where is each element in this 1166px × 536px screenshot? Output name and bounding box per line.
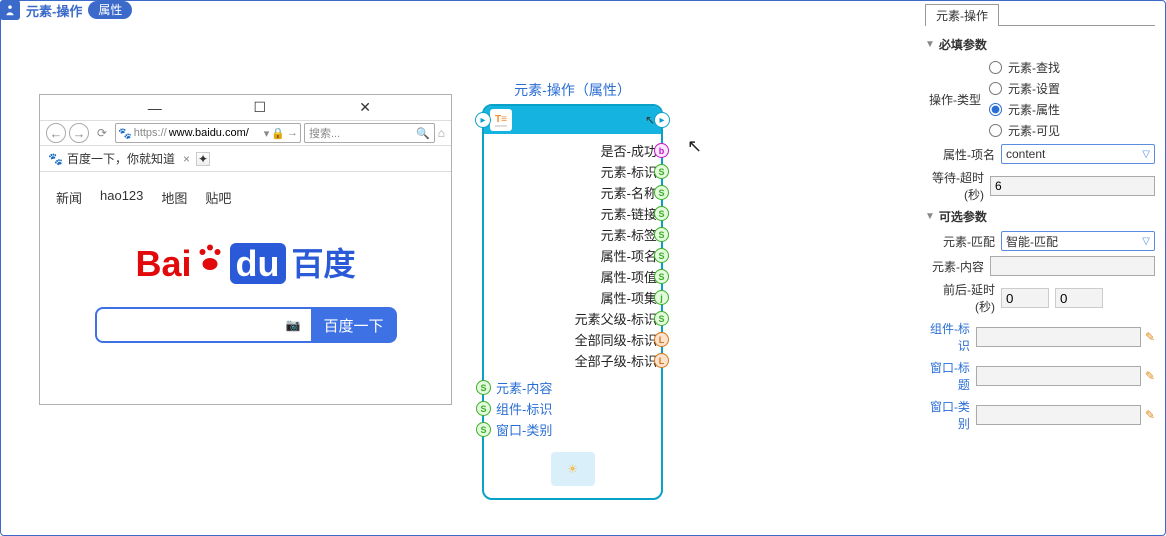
nav-link[interactable]: 贴吧 (205, 188, 231, 207)
window-maximize-icon[interactable]: ☐ (248, 99, 336, 116)
edit-icon[interactable]: ✎ (1145, 408, 1155, 422)
url-bar[interactable]: 🐾 https://www.baidu.com/ ▾ 🔒 → (115, 123, 301, 143)
window-title-label[interactable]: 窗口-标题 (925, 359, 970, 393)
output-pin-row[interactable]: 元素-标识S (484, 161, 661, 182)
window-minimize-icon[interactable]: — (142, 100, 230, 116)
component-id-label[interactable]: 组件-标识 (925, 320, 970, 354)
output-pin-row[interactable]: 属性-项名S (484, 245, 661, 266)
pin-icon[interactable]: S (654, 311, 669, 326)
pin-icon[interactable]: S (654, 164, 669, 179)
wait-timeout-input[interactable] (990, 176, 1155, 196)
required-section[interactable]: ▼必填参数 (925, 36, 1155, 53)
input-pin-row[interactable]: S组件-标识 (484, 398, 661, 419)
image-placeholder: ☀ (484, 440, 661, 498)
element-content-input[interactable] (990, 256, 1155, 276)
pin-icon[interactable]: j (654, 290, 669, 305)
window-close-icon[interactable]: ✕ (353, 99, 441, 116)
paw-icon: 🐾 (118, 127, 132, 140)
pin-icon[interactable]: L (654, 332, 669, 347)
chevron-down-icon: ▽ (1142, 236, 1150, 247)
optional-section[interactable]: ▼可选参数 (925, 208, 1155, 225)
new-tab-button[interactable]: ✦ (196, 152, 210, 166)
node-title: 元素-操作（属性） (482, 80, 663, 100)
output-pin-row[interactable]: 元素-链接S (484, 203, 661, 224)
window-class-input[interactable] (976, 405, 1141, 425)
output-pin-row[interactable]: 全部子级-标识L (484, 350, 661, 371)
output-pin-row[interactable]: 全部同级-标识L (484, 329, 661, 350)
home-icon[interactable]: ⌂ (438, 126, 445, 140)
input-pin-row[interactable]: S窗口-类别 (484, 419, 661, 440)
refresh-icon[interactable]: ⟳ (92, 123, 112, 143)
pin-icon[interactable]: S (654, 269, 669, 284)
op-type-radio[interactable]: 元素-设置 (989, 80, 1060, 97)
element-match-select[interactable]: 智能-匹配▽ (1001, 231, 1155, 251)
camera-icon[interactable]: 📷 (286, 318, 301, 332)
pin-icon[interactable]: S (476, 380, 491, 395)
input-pin-row[interactable]: S元素-内容 (484, 377, 661, 398)
output-pin-row[interactable]: 元素父级-标识S (484, 308, 661, 329)
exec-out-pin[interactable]: ▸ (654, 112, 670, 128)
component-id-input[interactable] (976, 327, 1141, 347)
topbar-title: 元素-操作 (26, 1, 82, 20)
exec-in-pin[interactable]: ▸ (475, 112, 491, 128)
window-class-label[interactable]: 窗口-类别 (925, 398, 970, 432)
op-type-radio[interactable]: 元素-查找 (989, 59, 1060, 76)
op-type-radio[interactable]: 元素-属性 (989, 101, 1060, 118)
chevron-down-icon: ▽ (1142, 149, 1150, 160)
search-icon: 🔍 (416, 127, 430, 140)
window-title-input[interactable] (976, 366, 1141, 386)
pin-icon[interactable]: S (476, 422, 491, 437)
nav-link[interactable]: hao123 (100, 188, 143, 207)
browser-tab[interactable]: 🐾 百度一下，你就知道 × (48, 150, 190, 167)
pin-icon[interactable]: b (654, 143, 669, 158)
pin-icon[interactable]: S (476, 401, 491, 416)
output-pin-row[interactable]: 属性-项值S (484, 266, 661, 287)
output-pin-row[interactable]: 元素-名称S (484, 182, 661, 203)
output-pin-row[interactable]: 元素-标签S (484, 224, 661, 245)
attr-name-select[interactable]: content▽ (1001, 144, 1155, 164)
paw-icon: 🐾 (48, 152, 63, 166)
browser-window: — ☐ ✕ ← → ⟳ 🐾 https://www.baidu.com/ ▾ 🔒… (39, 94, 452, 405)
cursor-icon: ↖ (687, 136, 702, 157)
property-panel: 元素-操作 ▼必填参数 操作-类型 元素-查找元素-设置元素-属性元素-可见 属… (925, 4, 1155, 437)
output-pin-row[interactable]: 是否-成功b (484, 140, 661, 161)
pin-icon[interactable]: S (654, 227, 669, 242)
node-element-operation[interactable]: 元素-操作（属性） ▸ ▸ T≡ ↖ 是否-成功b元素-标识S元素-名称S元素-… (482, 80, 663, 500)
baidu-search-button[interactable]: 百度一下 (311, 307, 397, 343)
delay-after-input[interactable] (1055, 288, 1103, 308)
lock-icon: 🔒 (271, 127, 285, 140)
go-icon[interactable]: → (287, 127, 298, 139)
dropdown-icon[interactable]: ▾ (264, 127, 270, 140)
forward-button[interactable]: → (69, 123, 89, 143)
nav-link[interactable]: 新闻 (56, 188, 82, 207)
panel-tab[interactable]: 元素-操作 (925, 4, 999, 26)
edit-icon[interactable]: ✎ (1145, 330, 1155, 344)
pin-icon[interactable]: S (654, 248, 669, 263)
output-pin-row[interactable]: 属性-项集j (484, 287, 661, 308)
pin-icon[interactable]: S (654, 206, 669, 221)
pin-icon[interactable]: S (654, 185, 669, 200)
nav-link[interactable]: 地图 (161, 188, 187, 207)
baidu-logo: Baidu 百度 (40, 239, 451, 285)
paw-icon (192, 240, 228, 276)
delay-before-input[interactable] (1001, 288, 1049, 308)
baidu-search-input[interactable]: 📷 (95, 307, 311, 343)
topbar-badge: 属性 (88, 1, 132, 19)
tab-close-icon[interactable]: × (183, 152, 190, 166)
person-icon (0, 0, 20, 20)
op-type-radio[interactable]: 元素-可见 (989, 122, 1060, 139)
edit-icon[interactable]: ✎ (1145, 369, 1155, 383)
back-button[interactable]: ← (46, 123, 66, 143)
browser-search[interactable]: 搜索... 🔍 (304, 123, 435, 143)
pin-icon[interactable]: L (654, 353, 669, 368)
text-icon: T≡ (490, 109, 512, 131)
